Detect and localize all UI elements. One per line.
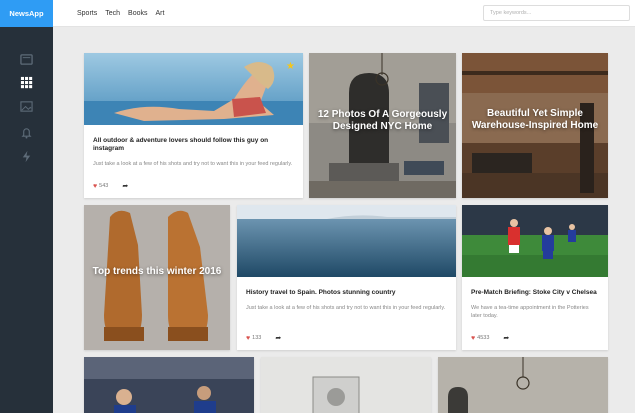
article-title[interactable]: 12 Photos Of A Gorgeously Designed NYC H… — [317, 109, 448, 133]
article-card-prematch[interactable]: Pre-Match Briefing: Stoke City v Chelsea… — [462, 205, 608, 350]
article-card-winter-trends[interactable]: Top trends this winter 2016 — [84, 205, 230, 350]
sea-photo — [237, 205, 456, 277]
card-body: Pre-Match Briefing: Stoke City v Chelsea… — [462, 289, 608, 320]
article-card-instagram[interactable]: ★ All outdoor & adventure lovers should … — [84, 53, 303, 198]
article-card-interior[interactable] — [438, 357, 608, 413]
image-icon[interactable] — [17, 99, 35, 113]
nav-item-tech[interactable]: Tech — [105, 10, 120, 17]
share-icon[interactable]: ➦ — [503, 334, 509, 342]
article-card-spain-travel[interactable]: History travel to Spain. Photos stunning… — [237, 205, 456, 350]
heart-icon[interactable]: ♥ — [93, 183, 97, 190]
article-excerpt: Just take a look at a few of his shots a… — [246, 305, 446, 311]
article-card-nyc-home[interactable]: 12 Photos Of A Gorgeously Designed NYC H… — [309, 53, 456, 198]
football-photo — [462, 205, 608, 277]
article-card-football-crowd[interactable] — [84, 357, 254, 413]
card-body: All outdoor & adventure lovers should fo… — [84, 137, 303, 169]
article-excerpt: Just take a look at a few of his shots a… — [93, 161, 293, 167]
card-body: History travel to Spain. Photos stunning… — [237, 289, 456, 313]
article-title[interactable]: All outdoor & adventure lovers should fo… — [93, 137, 294, 153]
card-actions: ♥ 543 ➦ — [93, 182, 128, 191]
grid-icon[interactable] — [17, 75, 35, 89]
art-photo — [261, 357, 431, 413]
article-card-warehouse-home[interactable]: Beautiful Yet Simple Warehouse-Inspired … — [462, 53, 608, 198]
bell-icon[interactable] — [17, 125, 35, 139]
like-count: 543 — [99, 183, 109, 189]
heart-icon[interactable]: ♥ — [471, 335, 475, 342]
search-input[interactable] — [483, 5, 630, 21]
article-title[interactable]: Top trends this winter 2016 — [92, 265, 222, 278]
article-title[interactable]: Pre-Match Briefing: Stoke City v Chelsea — [471, 289, 599, 297]
brand-logo[interactable]: NewsApp — [0, 0, 53, 27]
article-title[interactable]: History travel to Spain. Photos stunning… — [246, 289, 447, 297]
like-count: 133 — [252, 335, 262, 341]
share-icon[interactable]: ➦ — [275, 334, 281, 342]
bolt-icon[interactable] — [17, 149, 35, 163]
share-icon[interactable]: ➦ — [122, 182, 128, 190]
nav-item-books[interactable]: Books — [128, 10, 147, 17]
article-title[interactable]: Beautiful Yet Simple Warehouse-Inspired … — [470, 108, 600, 132]
list-icon[interactable] — [17, 52, 35, 66]
star-icon[interactable]: ★ — [286, 61, 295, 72]
nav-item-art[interactable]: Art — [156, 10, 165, 17]
card-actions: ♥ 133 ➦ — [246, 334, 281, 343]
sidebar: NewsApp — [0, 0, 53, 413]
beach-photo — [84, 53, 303, 125]
card-actions: ♥ 4533 ➦ — [471, 334, 509, 343]
interior-photo — [438, 357, 608, 413]
heart-icon[interactable]: ♥ — [246, 335, 250, 342]
article-excerpt: We have a tea-time appointment in the Po… — [471, 305, 589, 319]
like-count: 4533 — [477, 335, 490, 341]
nav-item-sports[interactable]: Sports — [77, 10, 97, 17]
category-nav: Sports Tech Books Art — [77, 0, 164, 27]
top-bar: Sports Tech Books Art — [53, 0, 635, 27]
football-crowd-photo — [84, 357, 254, 413]
article-card-art-frame[interactable] — [261, 357, 431, 413]
